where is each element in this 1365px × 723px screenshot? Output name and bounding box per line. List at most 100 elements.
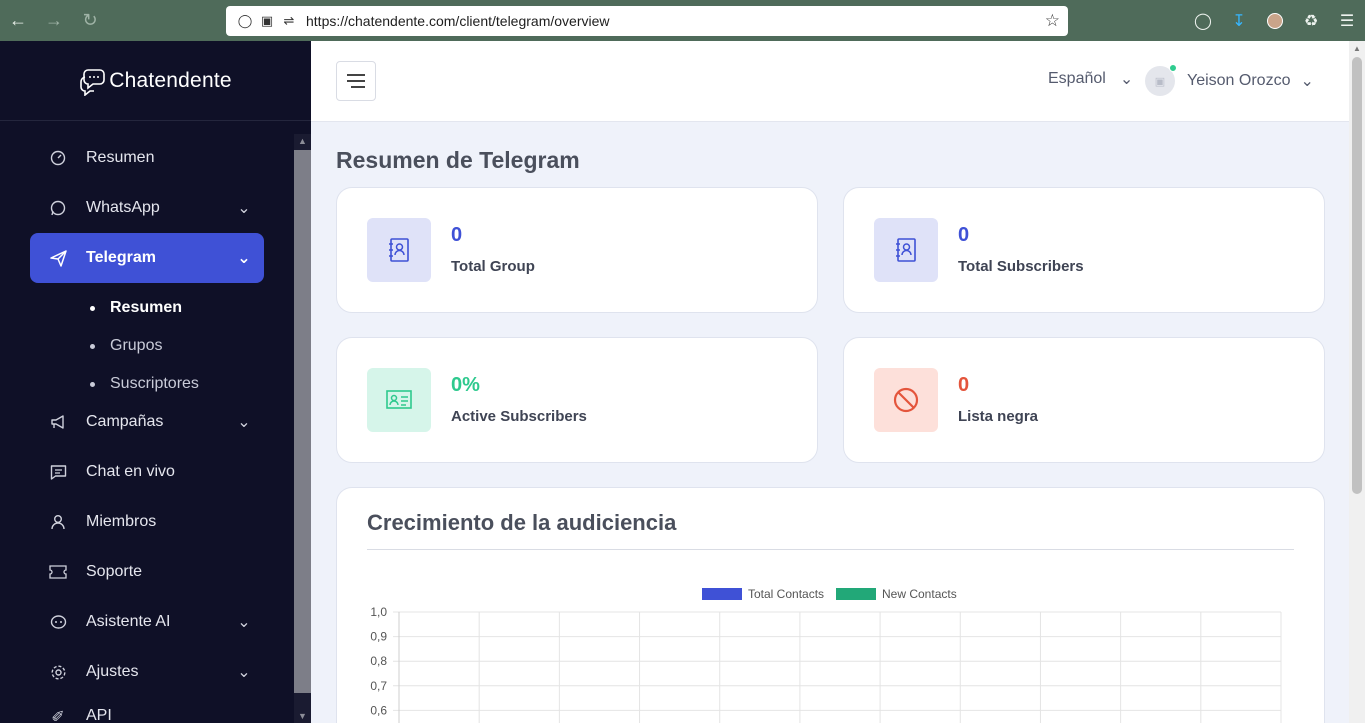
sidebar-item-ajustes[interactable]: Ajustes ⌄ bbox=[30, 647, 264, 697]
y-tick-label: 1,0 bbox=[370, 605, 387, 619]
y-tick-label: 0,9 bbox=[370, 630, 387, 644]
sidebar-subitem-label: Suscriptores bbox=[110, 375, 199, 392]
chevron-down-icon: ⌄ bbox=[237, 664, 251, 681]
language-selector[interactable]: Español ⌄ bbox=[1048, 69, 1133, 89]
sidebar-item-label: Campañas bbox=[86, 413, 164, 430]
stat-card-total-subscribers: 0 Total Subscribers bbox=[843, 187, 1325, 313]
ticket-icon bbox=[30, 565, 86, 579]
shield-icon[interactable]: ◯ bbox=[234, 6, 256, 36]
sidebar-subitem-resumen[interactable]: Resumen bbox=[90, 289, 182, 327]
chat-bubble-logo-icon bbox=[80, 68, 106, 96]
sidebar-item-label: Miembros bbox=[86, 513, 157, 530]
chevron-down-icon: ⌄ bbox=[1300, 73, 1314, 90]
sidebar-item-whatsapp[interactable]: WhatsApp ⌄ bbox=[30, 183, 264, 233]
user-menu[interactable]: ▣ Yeison Orozco ⌄ bbox=[1145, 64, 1314, 96]
user-name: Yeison Orozco bbox=[1187, 72, 1291, 89]
sidebar-item-api[interactable]: ✐ API bbox=[30, 697, 264, 723]
sidebar-item-resumen[interactable]: Resumen bbox=[30, 133, 264, 183]
page-scrollbar[interactable]: ▲ bbox=[1349, 41, 1365, 723]
main-content: Español ⌄ ▣ Yeison Orozco ⌄ Resumen de T… bbox=[311, 41, 1349, 723]
sidebar-item-campanas[interactable]: Campañas ⌄ bbox=[30, 397, 264, 447]
chevron-down-icon: ⌄ bbox=[237, 414, 251, 431]
sidebar-item-asistente-ai[interactable]: Asistente AI ⌄ bbox=[30, 597, 264, 647]
sidebar-subitem-label: Grupos bbox=[110, 337, 163, 354]
sidebar-item-label: Soporte bbox=[86, 563, 143, 580]
y-tick-label: 0,6 bbox=[370, 703, 387, 717]
sidebar-item-label: API bbox=[86, 707, 112, 723]
chevron-down-icon: ⌄ bbox=[1119, 71, 1134, 88]
stat-card-total-group: 0 Total Group bbox=[336, 187, 818, 313]
scroll-down-icon[interactable]: ▼ bbox=[294, 709, 311, 723]
language-label: Español bbox=[1048, 70, 1106, 87]
stat-value: 0 bbox=[958, 374, 970, 396]
scroll-up-icon[interactable]: ▲ bbox=[1349, 41, 1365, 55]
browser-toolbar: ← → ↻ ◯ ▣ ⇌ https://chatendente.com/clie… bbox=[0, 0, 1365, 41]
sidebar-item-label: Resumen bbox=[86, 149, 155, 166]
chevron-down-icon: ⌄ bbox=[237, 614, 251, 631]
brand-logo[interactable]: Chatendente bbox=[0, 41, 311, 121]
megaphone-icon bbox=[30, 414, 86, 430]
audience-growth-card: Crecimiento de la audiciencia Total Cont… bbox=[336, 487, 1325, 723]
sidebar-item-label: Ajustes bbox=[86, 663, 139, 680]
chevron-down-icon: ⌄ bbox=[237, 250, 251, 267]
stat-label: Total Group bbox=[451, 258, 535, 275]
extensions-icon[interactable]: ♻ bbox=[1293, 0, 1329, 41]
code-icon: ✐ bbox=[51, 709, 65, 723]
top-header: Español ⌄ ▣ Yeison Orozco ⌄ bbox=[311, 41, 1349, 122]
chevron-down-icon: ⌄ bbox=[237, 200, 251, 217]
back-icon[interactable]: ← bbox=[0, 0, 36, 41]
sidebar-item-telegram[interactable]: Telegram ⌄ bbox=[30, 233, 264, 283]
scroll-up-icon[interactable]: ▲ bbox=[294, 134, 311, 148]
speedometer-icon bbox=[30, 150, 86, 166]
whatsapp-icon bbox=[30, 200, 86, 216]
menu-icon[interactable]: ☰ bbox=[1329, 0, 1365, 41]
download-icon[interactable]: ↧ bbox=[1221, 0, 1257, 41]
divider bbox=[367, 549, 1294, 550]
lock-icon[interactable]: ▣ bbox=[256, 6, 278, 36]
y-tick-label: 0,8 bbox=[370, 654, 387, 668]
stat-card-active-subscribers: 0% Active Subscribers bbox=[336, 337, 818, 463]
sidebar-subitem-grupos[interactable]: Grupos bbox=[90, 327, 162, 365]
bullet-icon bbox=[90, 305, 95, 311]
sidebar: Chatendente Resumen WhatsApp ⌄ Telegram … bbox=[0, 41, 311, 723]
contact-book-icon bbox=[874, 218, 938, 282]
stat-label: Lista negra bbox=[958, 408, 1039, 425]
gear-icon bbox=[30, 664, 86, 681]
block-icon bbox=[874, 368, 938, 432]
sidebar-item-label: Telegram bbox=[86, 249, 156, 266]
address-bar[interactable]: ◯ ▣ ⇌ https://chatendente.com/client/tel… bbox=[226, 6, 1068, 36]
user-icon bbox=[30, 514, 86, 530]
permissions-icon[interactable]: ⇌ bbox=[278, 6, 300, 36]
bullet-icon bbox=[90, 381, 95, 387]
sidebar-scrollbar[interactable]: ▲ ▼ bbox=[294, 134, 311, 723]
sidebar-item-chat-en-vivo[interactable]: Chat en vivo bbox=[30, 447, 264, 497]
chart-title: Crecimiento de la audiciencia bbox=[367, 510, 677, 535]
paper-plane-icon bbox=[30, 249, 86, 267]
stat-value: 0 bbox=[958, 224, 970, 246]
scrollbar-thumb[interactable] bbox=[294, 150, 311, 693]
bot-icon bbox=[30, 614, 86, 630]
avatar: ▣ bbox=[1145, 64, 1177, 96]
scrollbar-thumb[interactable] bbox=[1352, 57, 1362, 494]
online-status-dot bbox=[1169, 64, 1177, 72]
page-title: Resumen de Telegram bbox=[336, 147, 580, 173]
sidebar-subitem-label: Resumen bbox=[110, 299, 183, 316]
sidebar-item-soporte[interactable]: Soporte bbox=[30, 547, 264, 597]
forward-icon[interactable]: → bbox=[36, 0, 72, 41]
account-avatar-icon[interactable] bbox=[1257, 0, 1293, 41]
brand-name: Chatendente bbox=[109, 68, 232, 92]
stat-label: Total Subscribers bbox=[958, 258, 1084, 275]
menu-toggle-button[interactable] bbox=[336, 61, 376, 101]
sidebar-item-label: Chat en vivo bbox=[86, 463, 175, 480]
bookmark-star-icon[interactable]: ☆ bbox=[1045, 11, 1060, 31]
stat-label: Active Subscribers bbox=[451, 408, 587, 425]
reload-icon[interactable]: ↻ bbox=[72, 0, 108, 41]
sidebar-item-label: Asistente AI bbox=[86, 613, 171, 630]
id-card-icon bbox=[367, 368, 431, 432]
stat-value: 0% bbox=[451, 374, 480, 396]
stat-card-lista-negra: 0 Lista negra bbox=[843, 337, 1325, 463]
chat-icon bbox=[30, 464, 86, 480]
url-text[interactable]: https://chatendente.com/client/telegram/… bbox=[306, 13, 610, 29]
sidebar-item-miembros[interactable]: Miembros bbox=[30, 497, 264, 547]
pocket-icon[interactable]: ◯ bbox=[1185, 0, 1221, 41]
